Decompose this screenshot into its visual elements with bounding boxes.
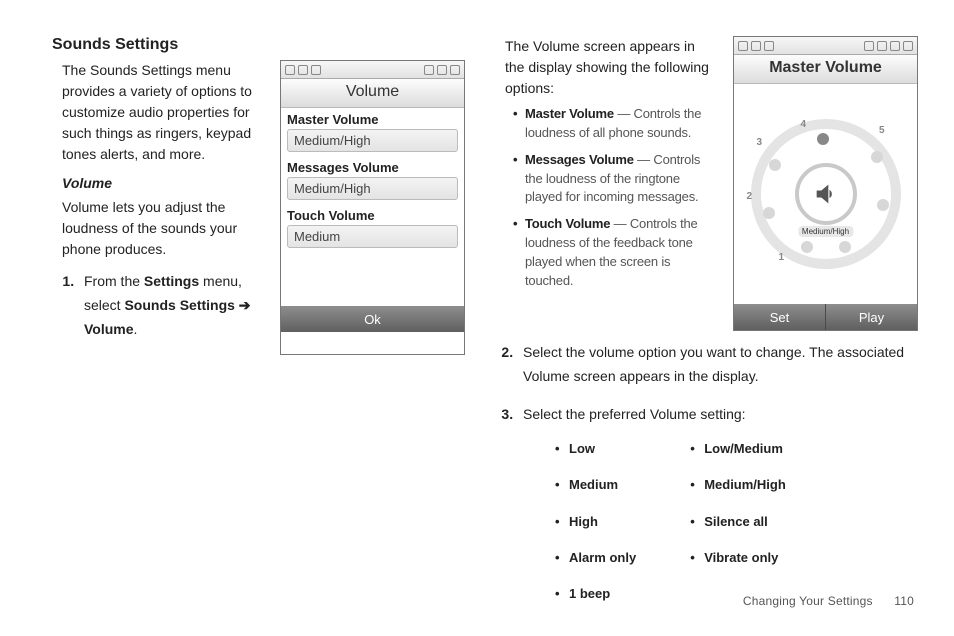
status-bar [734, 37, 917, 55]
softkey-set[interactable]: Set [734, 310, 825, 325]
step-3: Select the preferred Volume setting: Low… [517, 403, 918, 619]
dial-tick [763, 207, 775, 219]
level-option: Alarm only [555, 547, 636, 569]
status-left-icons [285, 65, 321, 75]
volume-row[interactable]: Touch Volume Medium [281, 204, 464, 248]
level-option: Vibrate only [690, 547, 786, 569]
page-number: 110 [894, 594, 914, 608]
dial-tick-active [817, 133, 829, 145]
level-option: High [555, 511, 636, 533]
phone-title: Master Volume [734, 55, 917, 84]
status-right-icons [424, 65, 460, 75]
row-label: Touch Volume [281, 204, 464, 225]
softkey-play[interactable]: Play [826, 310, 917, 325]
desc-messages: Messages Volume — Controls the loudness … [513, 151, 715, 208]
dial-tick [769, 159, 781, 171]
dial-num-4: 4 [801, 119, 807, 130]
volume-dial[interactable]: 1 2 3 4 5 Medium/ [734, 84, 917, 304]
level-option: Medium/High [690, 474, 786, 496]
dial-num-2: 2 [747, 191, 753, 202]
dial-num-3: 3 [757, 137, 763, 148]
dial-level-label: Medium/High [798, 226, 853, 237]
row-label: Master Volume [281, 108, 464, 129]
status-left-icons [738, 41, 774, 51]
option-descriptions: Master Volume — Controls the loudness of… [513, 105, 715, 291]
levels-col-b: Low/Medium Medium/High Silence all Vibra… [690, 438, 786, 618]
volume-desc: Volume lets you adjust the loudness of t… [62, 197, 262, 260]
dial-tick [877, 199, 889, 211]
row-label: Messages Volume [281, 156, 464, 177]
page-footer: Changing Your Settings 110 [743, 594, 914, 608]
level-option: Medium [555, 474, 636, 496]
section-heading: Sounds Settings [52, 36, 465, 54]
subheading-volume: Volume [62, 175, 262, 191]
row-value: Medium/High [287, 177, 458, 200]
level-option: 1 beep [555, 583, 636, 605]
dial-num-5: 5 [879, 125, 885, 136]
volume-list-phone: Volume Master Volume Medium/High Message… [280, 60, 465, 355]
level-option: Silence all [690, 511, 786, 533]
phone-title: Volume [281, 79, 464, 108]
dial-tick [801, 241, 813, 253]
desc-touch: Touch Volume — Controls the loudness of … [513, 215, 715, 290]
level-option: Low/Medium [690, 438, 786, 460]
dial-tick [871, 151, 883, 163]
status-right-icons [864, 41, 913, 51]
master-volume-phone: Master Volume 1 2 3 4 5 [733, 36, 918, 331]
row-value: Medium/High [287, 129, 458, 152]
row-value: Medium [287, 225, 458, 248]
dial-num-1: 1 [779, 252, 785, 263]
lead-text: The Volume screen appears in the display… [505, 36, 715, 99]
volume-row[interactable]: Master Volume Medium/High [281, 108, 464, 152]
status-bar [281, 61, 464, 79]
level-option: Low [555, 438, 636, 460]
step-2: Select the volume option you want to cha… [517, 341, 918, 389]
levels-col-a: Low Medium High Alarm only 1 beep [555, 438, 636, 618]
footer-section: Changing Your Settings [743, 594, 873, 608]
volume-row[interactable]: Messages Volume Medium/High [281, 156, 464, 200]
speaker-icon: Medium/High [795, 163, 857, 225]
softkey-ok[interactable]: Ok [281, 306, 464, 332]
dial-tick [839, 241, 851, 253]
step-1: From the Settings menu, select Sounds Se… [78, 270, 262, 341]
desc-master: Master Volume — Controls the loudness of… [513, 105, 715, 143]
intro-text: The Sounds Settings menu provides a vari… [62, 60, 262, 165]
